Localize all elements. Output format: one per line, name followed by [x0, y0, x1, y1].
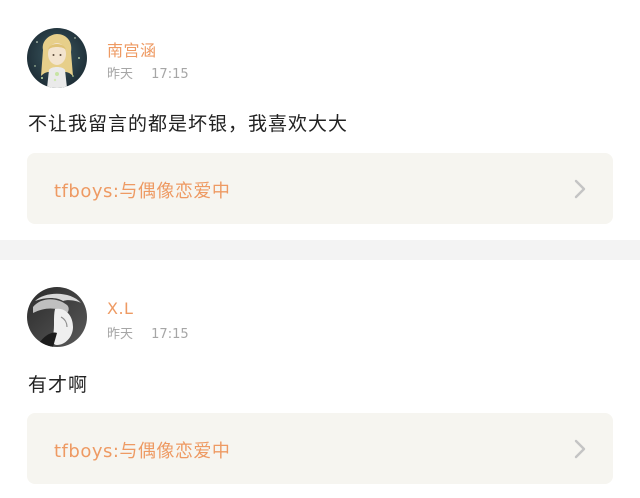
comment-time: 17:15 — [151, 67, 189, 82]
topic-label: tfboys:与偶像恋爱中 — [54, 181, 231, 202]
monochrome-portrait-avatar-icon — [27, 287, 87, 347]
comment-text: 不让我留言的都是坏银，我喜欢大大 — [28, 113, 349, 135]
chevron-right-icon — [574, 179, 586, 199]
comment-text: 有才啊 — [28, 374, 89, 396]
avatar[interactable] — [27, 287, 87, 347]
topic-label: tfboys:与偶像恋爱中 — [54, 441, 231, 462]
avatar[interactable] — [27, 28, 87, 88]
comment-date: 昨天 — [107, 67, 134, 82]
section-divider — [0, 240, 640, 260]
chevron-right-icon — [574, 439, 586, 459]
comment-item: 南宫涵 昨天 17:15 不让我留言的都是坏银，我喜欢大大 tfboys:与偶像… — [0, 0, 640, 240]
comment-time: 17:15 — [151, 327, 189, 342]
comment-date: 昨天 — [107, 327, 134, 342]
comment-meta: 昨天 17:15 — [107, 323, 189, 342]
username[interactable]: X.L — [107, 299, 133, 318]
comment-meta: 昨天 17:15 — [107, 63, 189, 82]
illustrated-girl-avatar-icon — [27, 28, 87, 88]
comment-item: X.L 昨天 17:15 有才啊 tfboys:与偶像恋爱中 — [0, 260, 640, 498]
topic-card[interactable]: tfboys:与偶像恋爱中 — [27, 153, 613, 224]
topic-card[interactable]: tfboys:与偶像恋爱中 — [27, 413, 613, 484]
username[interactable]: 南宫涵 — [107, 37, 157, 61]
